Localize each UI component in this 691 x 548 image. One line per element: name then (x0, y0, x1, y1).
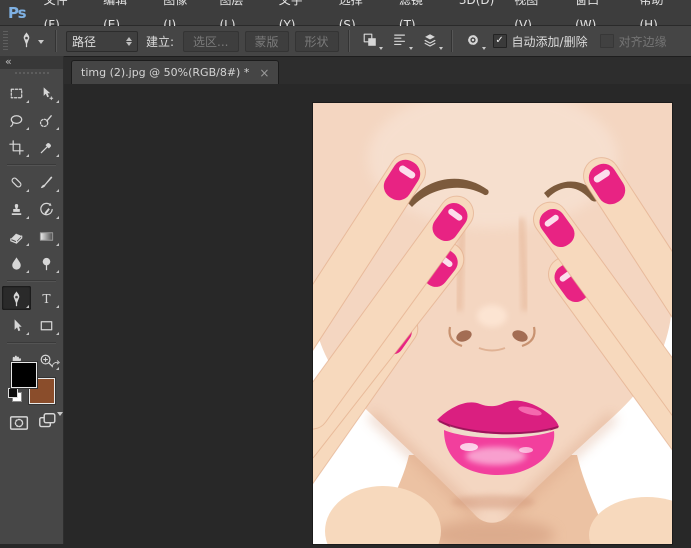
path-arrange-icon[interactable] (418, 30, 443, 53)
tool-brush[interactable] (32, 170, 61, 194)
quick-mask-button[interactable] (9, 413, 29, 437)
pen-icon (18, 31, 35, 51)
tool-crop[interactable] (2, 135, 31, 159)
path-align-icon[interactable] (388, 30, 413, 53)
swap-colors-icon[interactable] (50, 357, 62, 376)
tool-path-selection[interactable] (2, 313, 31, 337)
auto-add-delete-label: 自动添加/删除 (511, 34, 588, 49)
tool-separator (7, 342, 56, 343)
align-edges-label: 对齐边缘 (618, 34, 667, 49)
screen-mode-button[interactable] (37, 411, 63, 438)
tool-rectangle-shape[interactable] (32, 313, 61, 337)
tool-type[interactable]: T (32, 286, 61, 310)
document-tab-title: timg (2).jpg @ 50%(RGB/8#) * (81, 66, 250, 79)
collapse-panel-button[interactable]: « (0, 56, 63, 69)
tool-eyedropper[interactable] (32, 135, 61, 159)
tool-clone-stamp[interactable] (2, 197, 31, 221)
document-canvas[interactable] (250, 88, 691, 548)
tool-lasso[interactable] (2, 108, 31, 132)
gear-icon[interactable] (461, 30, 486, 53)
make-mask-button[interactable]: 蒙版 (244, 30, 289, 52)
make-selection-button[interactable]: 选区... (183, 30, 239, 52)
path-mode-dropdown[interactable]: 路径 (66, 30, 138, 52)
tool-rectangular-marquee[interactable] (2, 81, 31, 105)
tool-options-bar: 路径 建立: 选区...蒙版形状 自动添加/删除 对齐边缘 (0, 26, 691, 57)
tool-blur[interactable] (2, 251, 31, 275)
chevron-down-icon (38, 39, 44, 47)
path-mode-value: 路径 (72, 34, 97, 49)
separator (450, 30, 452, 52)
tool-quick-selection[interactable] (32, 108, 61, 132)
path-operations-icon[interactable] (358, 30, 383, 53)
separator (55, 30, 56, 52)
tool-preset-picker[interactable] (13, 29, 49, 53)
tools-panel: « T (0, 56, 64, 544)
menu-bar: Ps 文件(F)编辑(E)图像(I)图层(L)文字(Y)选择(S)滤镜(T)3D… (0, 0, 691, 32)
tool-move[interactable] (32, 81, 61, 105)
options-bar-grip[interactable] (3, 31, 8, 51)
tool-spot-healing-brush[interactable] (2, 170, 31, 194)
make-shape-button[interactable]: 形状 (294, 30, 339, 52)
default-colors-icon[interactable] (8, 388, 22, 402)
tool-dodge[interactable] (32, 251, 61, 275)
tool-history-brush[interactable] (32, 197, 61, 221)
foreground-color-swatch[interactable] (11, 362, 37, 388)
document-tab[interactable]: timg (2).jpg @ 50%(RGB/8#) * × (71, 60, 280, 84)
tool-grid: T (0, 76, 63, 372)
photoshop-logo: Ps (7, 3, 27, 22)
photo-woman-pink-nails (250, 88, 691, 548)
tool-gradient[interactable] (32, 224, 61, 248)
align-edges-checkbox[interactable] (599, 34, 614, 48)
color-swatches (8, 356, 62, 410)
document-tab-bar: timg (2).jpg @ 50%(RGB/8#) * × (63, 57, 691, 84)
make-label: 建立: (146, 34, 175, 49)
close-icon[interactable]: × (259, 67, 269, 79)
tool-pen[interactable] (2, 286, 31, 310)
spinner-arrows-icon (126, 34, 132, 49)
tool-separator (7, 280, 56, 281)
path-icon-buttons (355, 30, 445, 53)
tool-separator (7, 164, 56, 165)
make-buttons: 选区... 蒙版 形状 (180, 30, 341, 52)
auto-add-delete-checkbox[interactable] (492, 34, 507, 48)
tool-eraser[interactable] (2, 224, 31, 248)
separator (347, 30, 349, 52)
svg-text:T: T (42, 291, 51, 305)
